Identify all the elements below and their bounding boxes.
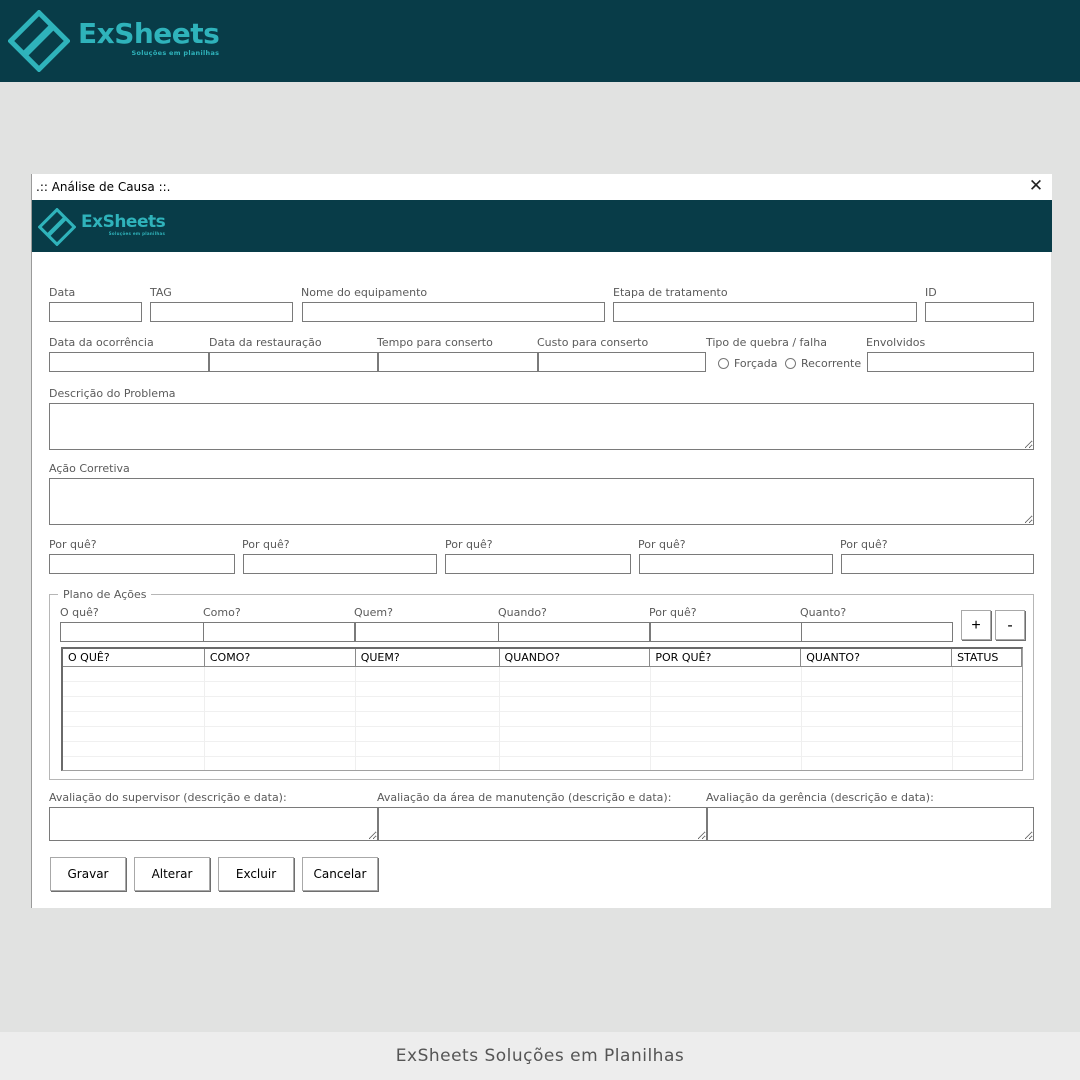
window-titlebar: .:: Análise de Causa ::. ✕ (32, 174, 1052, 200)
label-tag: TAG (150, 286, 172, 299)
label-id: ID (925, 286, 937, 299)
col-header-por-que[interactable]: POR QUÊ? (650, 649, 802, 667)
col-header-quem[interactable]: QUEM? (355, 649, 500, 667)
label-porque-5: Por quê? (840, 538, 888, 551)
quem-field[interactable] (355, 622, 499, 642)
radio-circle-icon (785, 358, 796, 369)
cancelar-button[interactable]: Cancelar (302, 857, 378, 891)
avaliacao-supervisor-field[interactable] (49, 807, 378, 841)
brand-name: ExSheets (81, 212, 166, 232)
brand-tagline: Soluções em planilhas (108, 231, 166, 236)
radio-circle-icon (718, 358, 729, 369)
label-o-que: O quê? (60, 606, 99, 619)
grid-header: O QUÊ? COMO? QUEM? QUANDO? POR QUÊ? QUAN… (63, 649, 1022, 667)
porque-field-4[interactable] (639, 554, 833, 574)
col-header-quanto[interactable]: QUANTO? (801, 649, 953, 667)
tempo-conserto-field[interactable] (378, 352, 538, 372)
custo-conserto-field[interactable] (538, 352, 706, 372)
footer-caption: ExSheets Soluções em Planilhas (0, 1032, 1080, 1080)
remove-action-button[interactable]: - (995, 610, 1025, 640)
grid-body[interactable] (63, 667, 1022, 770)
label-avaliacao-supervisor: Avaliação do supervisor (descrição e dat… (49, 791, 287, 804)
tag-field[interactable] (150, 302, 293, 322)
col-header-quando[interactable]: QUANDO? (499, 649, 651, 667)
label-avaliacao-manutencao: Avaliação da área de manutenção (descriç… (377, 791, 672, 804)
col-header-status[interactable]: STATUS (952, 649, 1022, 667)
grid-column (356, 667, 500, 770)
grid-column (205, 667, 356, 770)
alterar-button[interactable]: Alterar (134, 857, 210, 891)
label-porque-1: Por quê? (49, 538, 97, 551)
label-custo-conserto: Custo para conserto (537, 336, 649, 349)
label-porque-4: Por quê? (638, 538, 686, 551)
label-data: Data (49, 286, 76, 299)
porque-field-3[interactable] (445, 554, 631, 574)
form-logo: ExSheets Soluções em planilhas (38, 208, 166, 246)
data-restauracao-field[interactable] (209, 352, 378, 372)
radio-forcada[interactable]: Forçada (718, 357, 777, 370)
por-que-field[interactable] (650, 622, 802, 642)
o-que-field[interactable] (60, 622, 204, 642)
grid-column (651, 667, 802, 770)
envolvidos-field[interactable] (867, 352, 1034, 372)
col-header-o-que[interactable]: O QUÊ? (63, 649, 205, 667)
radio-forcada-label: Forçada (734, 357, 778, 370)
label-por-que: Por quê? (649, 606, 697, 619)
plano-acoes-grid[interactable]: O QUÊ? COMO? QUEM? QUANDO? POR QUÊ? QUAN… (61, 647, 1023, 771)
nome-equipamento-field[interactable] (302, 302, 605, 322)
close-icon[interactable]: ✕ (1028, 177, 1044, 195)
exsheets-logo-icon (38, 208, 76, 246)
grid-column (500, 667, 651, 770)
label-quando: Quando? (498, 606, 547, 619)
label-etapa-tratamento: Etapa de tratamento (613, 286, 728, 299)
avaliacao-gerencia-field[interactable] (707, 807, 1034, 841)
plano-acoes-title: Plano de Ações (58, 588, 152, 601)
brand-tagline: Soluções em planilhas (131, 48, 220, 57)
radio-recorrente-label: Recorrente (801, 357, 862, 370)
como-field[interactable] (203, 622, 355, 642)
label-como: Como? (203, 606, 241, 619)
label-quanto: Quanto? (800, 606, 847, 619)
data-field[interactable] (49, 302, 142, 322)
col-header-como[interactable]: COMO? (204, 649, 356, 667)
label-envolvidos: Envolvidos (866, 336, 926, 349)
quanto-field[interactable] (801, 622, 953, 642)
label-tipo-quebra: Tipo de quebra / falha (706, 336, 827, 349)
id-field[interactable] (925, 302, 1034, 322)
brand-name: ExSheets (78, 16, 220, 50)
acao-corretiva-field[interactable] (49, 478, 1034, 525)
label-descricao-problema: Descrição do Problema (49, 387, 176, 400)
label-data-ocorrencia: Data da ocorrência (49, 336, 154, 349)
porque-field-5[interactable] (841, 554, 1034, 574)
exsheets-logo-icon (8, 10, 70, 72)
avaliacao-manutencao-field[interactable] (378, 807, 707, 841)
gravar-button[interactable]: Gravar (50, 857, 126, 891)
grid-column (802, 667, 953, 770)
label-acao-corretiva: Ação Corretiva (49, 462, 130, 475)
window-title: .:: Análise de Causa ::. (36, 180, 171, 194)
add-action-button[interactable]: + (961, 610, 991, 640)
label-tempo-conserto: Tempo para conserto (377, 336, 493, 349)
porque-field-2[interactable] (243, 554, 437, 574)
label-data-restauracao: Data da restauração (209, 336, 322, 349)
label-porque-2: Por quê? (242, 538, 290, 551)
excluir-button[interactable]: Excluir (218, 857, 294, 891)
analise-causa-window: .:: Análise de Causa ::. ✕ ExSheets Solu… (31, 174, 1052, 908)
label-nome-equipamento: Nome do equipamento (301, 286, 428, 299)
label-porque-3: Por quê? (445, 538, 493, 551)
radio-recorrente[interactable]: Recorrente (785, 357, 861, 370)
label-quem: Quem? (354, 606, 393, 619)
top-logo: ExSheets Soluções em planilhas (8, 10, 220, 72)
form-banner: ExSheets Soluções em planilhas (32, 200, 1052, 252)
etapa-tratamento-field[interactable] (613, 302, 917, 322)
label-avaliacao-gerencia: Avaliação da gerência (descrição e data)… (706, 791, 934, 804)
grid-column (63, 667, 205, 770)
quando-field[interactable] (498, 622, 650, 642)
data-ocorrencia-field[interactable] (49, 352, 209, 372)
porque-field-1[interactable] (49, 554, 235, 574)
descricao-problema-field[interactable] (49, 403, 1034, 450)
top-banner: ExSheets Soluções em planilhas (0, 0, 1080, 82)
